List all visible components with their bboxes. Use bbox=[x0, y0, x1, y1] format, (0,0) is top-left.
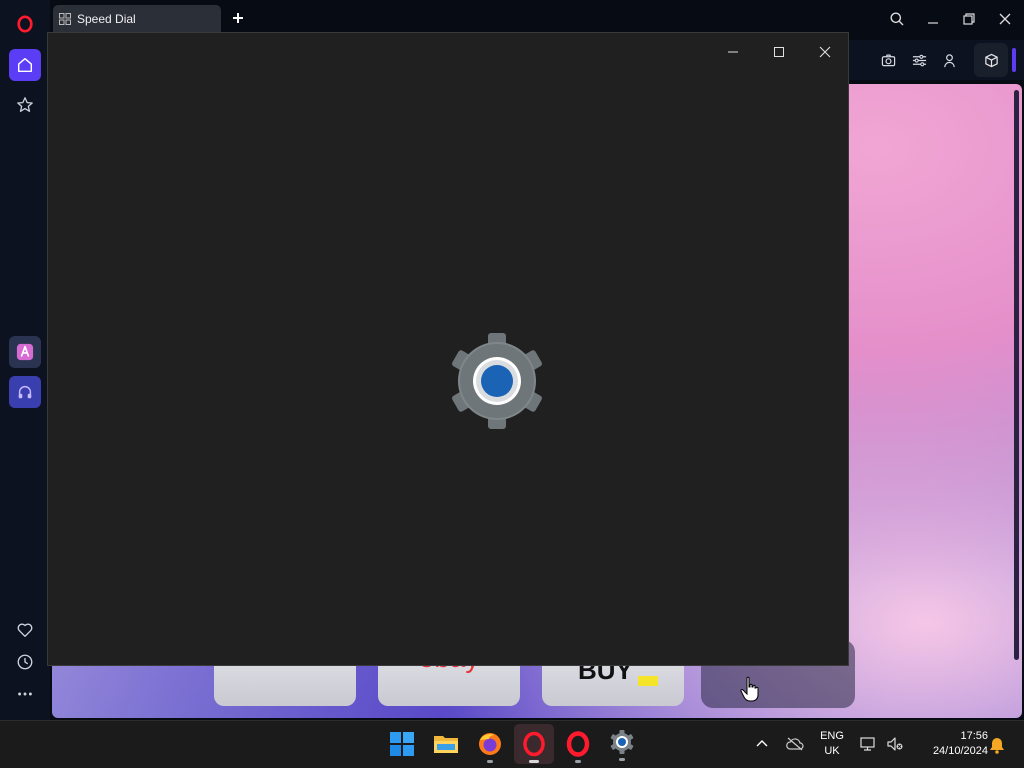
bestbuy-tag-shape bbox=[638, 676, 658, 686]
taskbar-settings[interactable] bbox=[602, 722, 642, 762]
speed-dial-grid-icon bbox=[59, 12, 71, 25]
opera-icon bbox=[566, 731, 590, 757]
opera-logo-icon[interactable] bbox=[9, 8, 41, 40]
settings-maximize-button[interactable] bbox=[762, 41, 796, 63]
settings-close-button[interactable] bbox=[808, 41, 842, 63]
show-hidden-icons-button[interactable] bbox=[752, 734, 772, 754]
start-button[interactable] bbox=[382, 724, 422, 764]
profile-icon bbox=[943, 53, 955, 67]
more-icon bbox=[18, 692, 32, 696]
chevron-up-icon bbox=[756, 740, 768, 747]
easy-setup-icon bbox=[912, 54, 926, 66]
sidebar-item-bookmarks[interactable] bbox=[9, 89, 41, 121]
page-scrollbar[interactable] bbox=[1014, 90, 1019, 660]
onedrive-tray-button[interactable] bbox=[784, 734, 806, 754]
windows-start-icon bbox=[390, 732, 414, 756]
running-indicator bbox=[487, 760, 493, 763]
headphones-icon bbox=[18, 385, 32, 399]
browser-minimize-button[interactable] bbox=[922, 8, 944, 30]
snapshot-button[interactable] bbox=[880, 52, 896, 68]
restore-icon bbox=[963, 13, 975, 25]
extensions-button[interactable] bbox=[974, 43, 1008, 77]
running-indicator bbox=[575, 760, 581, 763]
new-tab-button[interactable] bbox=[228, 8, 248, 28]
taskbar-file-explorer[interactable] bbox=[426, 724, 466, 764]
plus-icon bbox=[233, 13, 243, 23]
volume-muted-icon bbox=[887, 737, 903, 751]
active-indicator bbox=[529, 760, 539, 763]
folder-icon bbox=[434, 736, 458, 753]
taskbar-opera[interactable] bbox=[514, 724, 554, 764]
browser-restore-button[interactable] bbox=[958, 8, 980, 30]
firefox-icon bbox=[479, 733, 501, 755]
search-tabs-button[interactable] bbox=[886, 8, 908, 30]
volume-tray-button[interactable] bbox=[884, 734, 906, 754]
settings-app-window bbox=[47, 32, 849, 666]
sidebar-item-home[interactable] bbox=[9, 49, 41, 81]
heart-icon bbox=[17, 623, 33, 637]
sidebar-item-favorites[interactable] bbox=[9, 614, 41, 646]
taskbar-clock[interactable]: 17:56 24/10/2024 bbox=[910, 729, 988, 759]
sidebar-item-aria[interactable] bbox=[9, 336, 41, 368]
minimize-icon bbox=[928, 22, 938, 24]
extensions-icon bbox=[984, 53, 998, 67]
sidebar-accent-indicator bbox=[1012, 48, 1016, 72]
language-code: ENG bbox=[820, 730, 844, 742]
home-icon bbox=[17, 57, 33, 73]
aria-icon bbox=[16, 343, 34, 361]
minimize-icon bbox=[728, 51, 738, 53]
taskbar-opera-gx[interactable] bbox=[558, 724, 598, 764]
close-icon bbox=[819, 46, 831, 58]
sidebar-item-more[interactable] bbox=[9, 678, 41, 710]
settings-minimize-button[interactable] bbox=[716, 41, 750, 63]
settings-gear-icon bbox=[452, 333, 542, 429]
close-icon bbox=[999, 13, 1011, 25]
cloud-off-icon bbox=[786, 737, 804, 751]
browser-close-button[interactable] bbox=[994, 8, 1016, 30]
clock-date: 24/10/2024 bbox=[932, 745, 988, 757]
clock-icon bbox=[17, 654, 33, 670]
camera-icon bbox=[881, 54, 895, 66]
clock-time: 17:56 bbox=[960, 730, 988, 742]
taskbar-firefox[interactable] bbox=[470, 724, 510, 764]
easy-setup-button[interactable] bbox=[911, 52, 927, 68]
network-icon bbox=[860, 737, 875, 751]
star-icon bbox=[17, 97, 33, 112]
language-region: UK bbox=[824, 745, 840, 757]
settings-gear-icon bbox=[610, 730, 634, 754]
profile-button[interactable] bbox=[941, 52, 957, 68]
search-icon bbox=[890, 12, 904, 26]
tab-title: Speed Dial bbox=[77, 11, 136, 26]
hand-cursor-icon bbox=[740, 676, 759, 702]
language-indicator[interactable]: ENG UK bbox=[814, 729, 850, 759]
running-indicator bbox=[619, 758, 625, 761]
tab-speed-dial[interactable]: Speed Dial bbox=[53, 5, 221, 32]
maximize-icon bbox=[774, 47, 784, 57]
sidebar-item-music[interactable] bbox=[9, 376, 41, 408]
bell-icon bbox=[990, 738, 1004, 754]
notifications-button[interactable] bbox=[986, 734, 1008, 756]
network-tray-button[interactable] bbox=[858, 734, 880, 754]
sidebar-item-history[interactable] bbox=[9, 646, 41, 678]
opera-sidebar bbox=[0, 0, 50, 720]
opera-icon bbox=[523, 731, 545, 757]
